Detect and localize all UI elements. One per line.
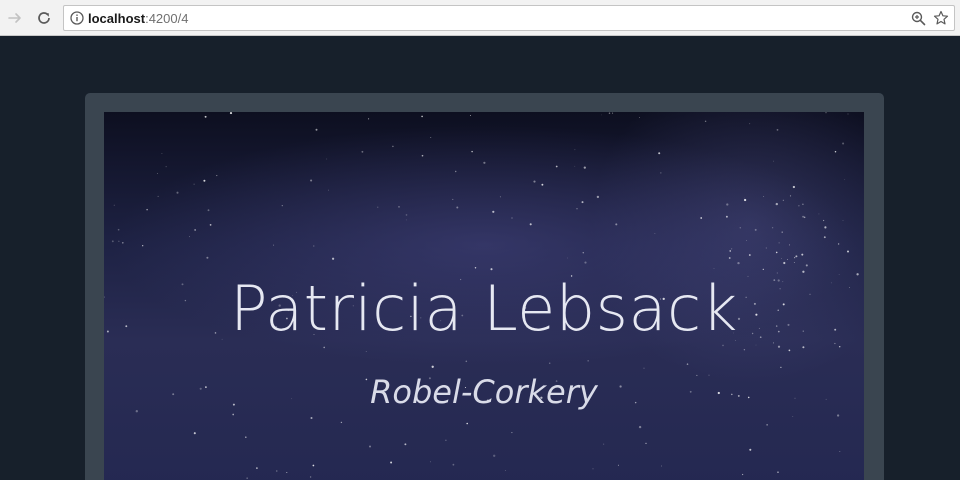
arrow-right-icon — [8, 13, 21, 23]
star-icon[interactable] — [933, 10, 949, 26]
page-content: Patricia Lebsack Robel-Corkery — [0, 37, 960, 480]
profile-company: Robel-Corkery — [370, 373, 598, 411]
url-text[interactable]: localhost:4200/4 — [88, 11, 188, 27]
address-bar[interactable]: localhost:4200/4 — [63, 5, 955, 31]
reload-button[interactable] — [33, 7, 55, 29]
hero-banner: Patricia Lebsack Robel-Corkery — [104, 112, 864, 480]
url-host: localhost — [88, 11, 146, 26]
profile-card: Patricia Lebsack Robel-Corkery — [85, 93, 884, 480]
profile-name: Patricia Lebsack — [230, 272, 738, 345]
forward-button[interactable] — [4, 7, 26, 29]
info-icon[interactable] — [70, 11, 84, 25]
browser-toolbar: localhost:4200/4 — [0, 0, 960, 36]
url-path: :4200/4 — [145, 11, 189, 26]
zoom-icon[interactable] — [911, 11, 926, 26]
reload-icon — [38, 12, 50, 24]
